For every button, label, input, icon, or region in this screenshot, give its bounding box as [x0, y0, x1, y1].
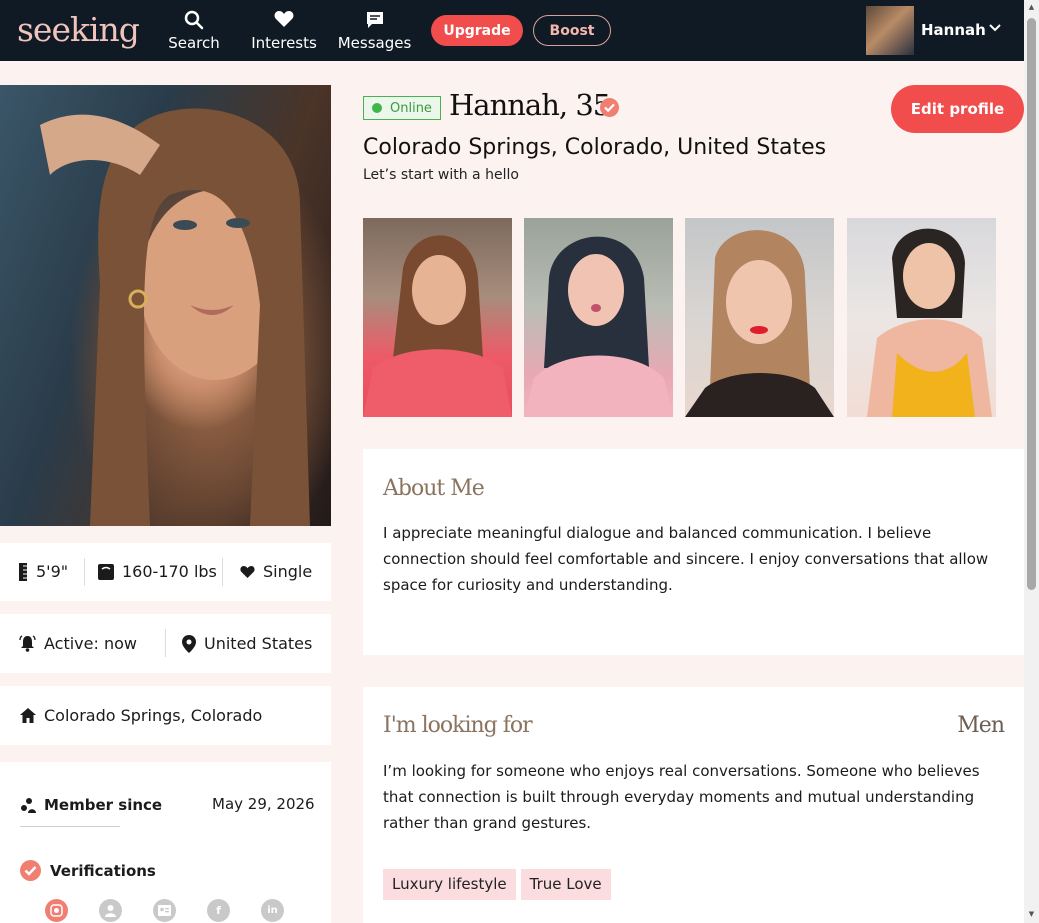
nav-messages-label: Messages [337, 34, 412, 52]
nav-search-label: Search [168, 34, 220, 52]
relationship-stat: Single [240, 562, 312, 581]
gallery-photo-2[interactable] [524, 218, 673, 417]
looking-for-section: I'm looking for Men I’m looking for some… [363, 687, 1024, 923]
scroll-thumb[interactable] [1027, 18, 1036, 590]
seeking-gender: Men [957, 713, 1005, 738]
linkedin-icon[interactable]: in [261, 899, 284, 922]
height-value: 5'9" [36, 562, 69, 581]
facebook-icon[interactable]: f [207, 899, 230, 922]
upgrade-button[interactable]: Upgrade [431, 15, 523, 46]
scale-icon [98, 563, 114, 580]
chevron-down-icon [988, 20, 1002, 39]
country-value: United States [204, 634, 313, 653]
members-icon [20, 797, 36, 813]
relationship-value: Single [263, 562, 313, 581]
heart-icon [250, 10, 318, 32]
about-me-section: About Me I appreciate meaningful dialogu… [363, 449, 1024, 655]
nav-interests-label: Interests [251, 34, 317, 52]
divider [222, 558, 223, 586]
location-pin-icon [182, 634, 196, 653]
about-me-title: About Me [383, 476, 485, 501]
scrollbar[interactable]: ▲ ▼ [1024, 0, 1039, 923]
user-menu[interactable]: Hannah [866, 6, 1006, 55]
id-verified-icon[interactable] [153, 899, 176, 922]
verified-check-icon [20, 860, 41, 881]
tag-list: Luxury lifestyle True Love [383, 869, 616, 900]
ruler-icon [18, 562, 28, 581]
scroll-down-icon[interactable]: ▼ [1027, 910, 1036, 918]
member-since-date: May 29, 2026 [212, 795, 315, 813]
city-card: Colorado Springs, Colorado [0, 686, 331, 745]
photo-verified-icon[interactable] [45, 899, 68, 922]
main-profile-photo[interactable] [0, 85, 331, 526]
scroll-up-icon[interactable]: ▲ [1027, 3, 1036, 11]
verified-badge-icon [600, 98, 619, 121]
online-dot [372, 103, 382, 113]
weight-stat: 160-170 lbs [98, 562, 217, 581]
about-me-text: I appreciate meaningful dialogue and bal… [383, 524, 989, 594]
divider [20, 826, 120, 827]
member-since-label-row: Member since [20, 796, 162, 814]
nav-search[interactable]: Search [167, 10, 221, 52]
gallery-photo-3[interactable] [685, 218, 834, 417]
chat-icon [336, 10, 413, 32]
activity-card: Active: now United States [0, 614, 331, 673]
city-value: Colorado Springs, Colorado [44, 706, 263, 725]
city-stat: Colorado Springs, Colorado [20, 706, 262, 725]
verifications-label-row: Verifications [20, 860, 156, 881]
online-label: Online [390, 100, 432, 116]
edit-profile-button[interactable]: Edit profile [891, 85, 1024, 133]
active-stat: Active: now [19, 634, 137, 653]
country-stat: United States [182, 634, 312, 653]
tag-true-love: True Love [520, 869, 611, 900]
boost-button[interactable]: Boost [533, 15, 611, 46]
looking-for-text: I’m looking for someone who enjoys real … [383, 762, 980, 832]
bell-icon [19, 635, 36, 652]
profile-location: Colorado Springs, Colorado, United State… [363, 135, 827, 160]
tag-luxury-lifestyle: Luxury lifestyle [383, 869, 516, 900]
weight-value: 160-170 lbs [122, 562, 217, 581]
nav-interests[interactable]: Interests [250, 10, 318, 52]
home-icon [20, 708, 36, 723]
stats-card: 5'9" 160-170 lbs Single [0, 543, 331, 601]
avatar [866, 6, 914, 55]
member-since-label: Member since [44, 796, 163, 814]
gallery-photo-4[interactable] [847, 218, 996, 417]
search-icon [167, 10, 221, 32]
top-nav: seeking Search Interests Messages Upgrad… [0, 0, 1024, 61]
verification-icons: f in [45, 899, 315, 922]
height-stat: 5'9" [18, 562, 68, 581]
looking-for-title: I'm looking for [383, 713, 533, 738]
membership-card: Member since May 29, 2026 Verifications … [0, 762, 331, 923]
profile-verified-icon[interactable] [99, 899, 122, 922]
nav-messages[interactable]: Messages [336, 10, 413, 52]
seeking-logo[interactable]: seeking [17, 10, 140, 49]
user-name: Hannah [921, 21, 986, 39]
profile-name: Hannah, 35 [449, 88, 611, 122]
divider [165, 629, 166, 657]
profile-tagline: Let’s start with a hello [363, 167, 519, 183]
divider [84, 558, 85, 586]
active-value: Active: now [44, 634, 137, 653]
verifications-label: Verifications [50, 861, 156, 880]
gallery-photo-1[interactable] [363, 218, 512, 417]
heart-icon [240, 565, 255, 579]
online-status-badge: Online [363, 96, 441, 120]
